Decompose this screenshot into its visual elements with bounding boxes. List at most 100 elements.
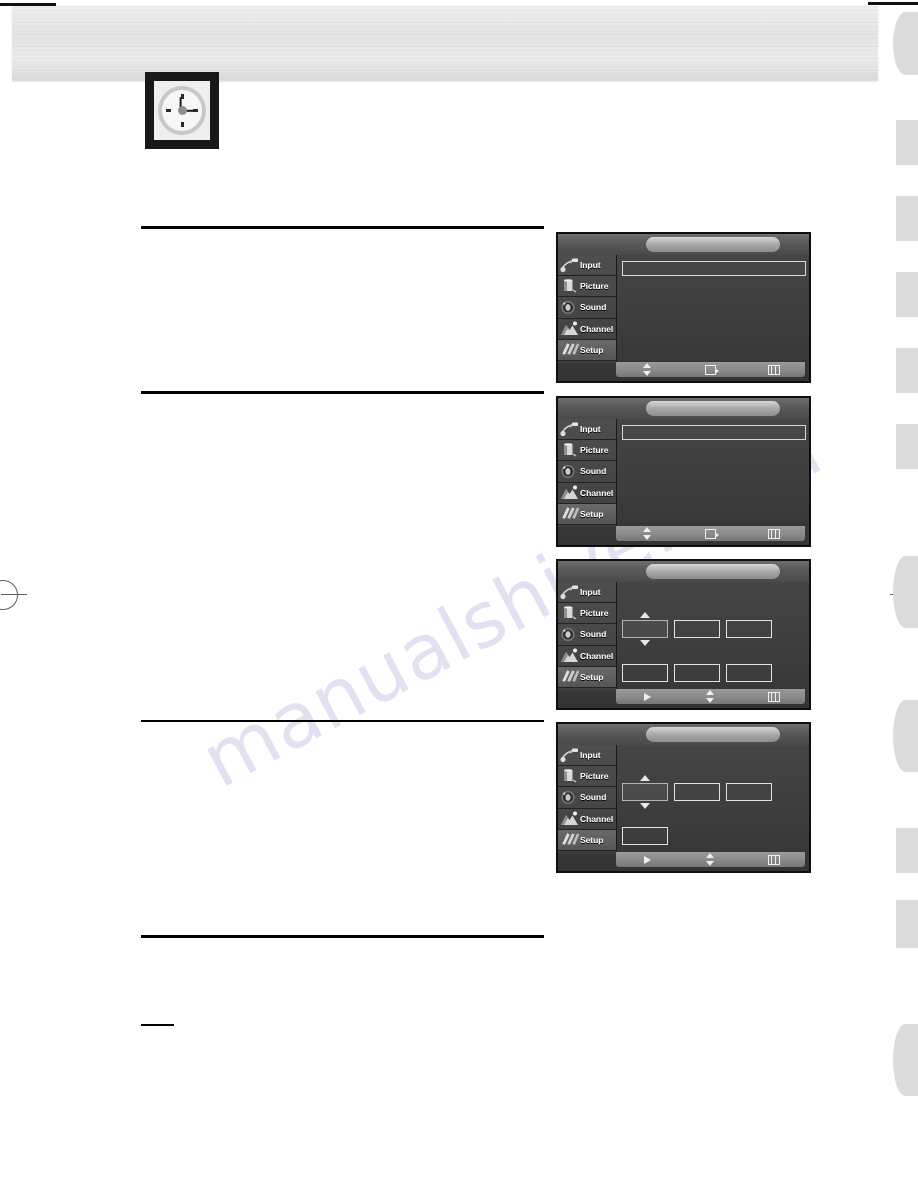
monitor-icon [560,278,580,295]
osd-menu-item-sound[interactable]: Sound [558,461,616,483]
speaker-icon [560,299,580,316]
osd-menu-item-label: Sound [580,302,607,313]
osd-panel-clock-grid-2[interactable]: Input Picture Sound Channel Setup [556,722,811,873]
stepper-down-icon[interactable] [640,640,650,646]
osd-value-field[interactable] [622,425,806,440]
osd-menu-item-input[interactable]: Input [558,582,616,604]
osd-menu-item-channel[interactable]: Channel [558,809,616,830]
osd-menu-item-label: Setup [580,671,604,682]
stepper-down-icon[interactable] [640,803,650,809]
tab-block-7 [896,900,918,948]
exit-icon[interactable] [742,689,805,704]
tools-icon [560,668,580,685]
osd-menu-item-label: Channel [580,650,614,661]
osd-titlebar [558,561,809,582]
osd-menu-item-label: Picture [580,608,609,619]
monitor-icon [560,442,580,459]
stepper-up-icon[interactable] [640,775,650,781]
osd-menu-item-picture[interactable]: Picture [558,276,616,298]
osd-value-box[interactable] [726,620,772,638]
osd-menu-item-label: Setup [580,344,604,355]
antenna-plug-icon [560,747,580,764]
osd-menu-item-input[interactable]: Input [558,745,616,767]
exit-icon[interactable] [742,362,805,377]
speaker-icon [560,463,580,480]
osd-title-pill [646,727,780,742]
osd-titlebar [558,724,809,745]
tab-round-2 [893,556,918,628]
osd-menu-item-setup[interactable]: Setup [558,829,616,851]
clock-tick-6 [180,122,184,127]
osd-help-bar [616,852,805,867]
enter-icon[interactable] [679,362,742,377]
osd-menu-item-picture[interactable]: Picture [558,603,616,625]
osd-value-box[interactable] [726,783,772,801]
osd-panel-clock-grid[interactable]: Input Picture Sound Channel Setup [556,559,811,710]
tools-icon [560,341,580,358]
osd-menu-item-label: Setup [580,508,604,519]
osd-value-box[interactable] [622,783,668,801]
clock-tick-3 [193,109,198,112]
osd-menu-item-setup[interactable]: Setup [558,503,616,525]
move-right-icon[interactable] [616,852,679,867]
osd-menu-item-setup[interactable]: Setup [558,666,616,688]
osd-value-box[interactable] [622,664,668,682]
osd-menu-item-label: Picture [580,771,609,782]
antenna-plug-icon [560,421,580,438]
osd-menu-item-input[interactable]: Input [558,419,616,441]
osd-panel-input-2[interactable]: Input Picture Sound Channel Setup [556,396,811,547]
tab-block-2 [896,196,918,241]
tab-block-4 [896,348,918,393]
osd-menu-item-picture[interactable]: Picture [558,766,616,788]
osd-menu-item-label: Picture [580,281,609,292]
osd-menu-item-sound[interactable]: Sound [558,297,616,319]
osd-menu-item-channel[interactable]: Channel [558,319,616,340]
mountain-icon [560,484,580,501]
osd-value-box[interactable] [674,783,720,801]
clock-face [158,86,206,135]
osd-body: Input Picture Sound Channel Setup [558,582,809,708]
osd-value-box[interactable] [622,827,668,845]
osd-value-box[interactable] [726,664,772,682]
osd-menu-item-channel[interactable]: Channel [558,646,616,667]
header-banner [12,6,878,81]
osd-value-box[interactable] [674,620,720,638]
move-updown-icon[interactable] [616,362,679,377]
exit-icon[interactable] [742,526,805,541]
osd-menu-item-label: Sound [580,466,607,477]
stepper-up-icon[interactable] [640,612,650,618]
tools-icon [560,831,580,848]
osd-menu-item-channel[interactable]: Channel [558,483,616,504]
adjust-updown-icon[interactable] [679,689,742,704]
osd-panel-input-1[interactable]: Input Picture Sound Channel Setup [556,232,811,383]
osd-menu-item-sound[interactable]: Sound [558,624,616,646]
rule-4 [141,935,544,938]
move-right-icon[interactable] [616,689,679,704]
osd-sidebar: Input Picture Sound Channel Setup [558,582,617,690]
osd-menu-item-picture[interactable]: Picture [558,440,616,462]
osd-help-bar [616,526,805,541]
banner-texture [12,6,878,81]
osd-value-box[interactable] [674,664,720,682]
move-updown-icon[interactable] [616,526,679,541]
osd-titlebar [558,398,809,419]
clock-hub [177,106,187,115]
osd-menu-item-label: Picture [580,445,609,456]
osd-menu-item-sound[interactable]: Sound [558,787,616,809]
osd-sidebar: Input Picture Sound Channel Setup [558,419,617,527]
osd-menu-item-input[interactable]: Input [558,255,616,277]
adjust-updown-icon[interactable] [679,852,742,867]
exit-icon[interactable] [742,852,805,867]
osd-sidebar: Input Picture Sound Channel Setup [558,745,617,853]
osd-menu-item-label: Input [580,260,601,271]
osd-value-box[interactable] [622,620,668,638]
osd-value-field[interactable] [622,261,806,276]
osd-menu-item-label: Channel [580,323,614,334]
osd-menu-item-setup[interactable]: Setup [558,339,616,361]
crop-mark-top-right [868,2,918,5]
osd-title-pill [646,237,780,252]
enter-icon[interactable] [679,526,742,541]
clock-icon [145,72,219,149]
rule-1 [141,226,544,229]
osd-sidebar: Input Picture Sound Channel Setup [558,255,617,363]
